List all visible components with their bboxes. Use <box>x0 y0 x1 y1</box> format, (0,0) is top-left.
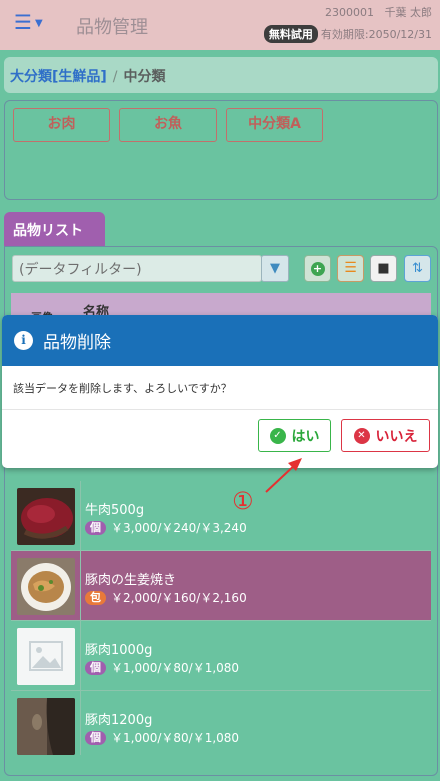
category-button-a[interactable]: 中分類A <box>226 108 323 142</box>
table-row[interactable]: 豚肉1200g 個 ￥1,000/￥80/￥1,080 <box>11 691 431 755</box>
product-image <box>17 488 75 545</box>
chevron-down-icon: ▼ <box>34 17 43 29</box>
filter-icon: ▼ <box>270 261 280 276</box>
no-button-label: いいえ <box>375 428 418 445</box>
hamburger-icon: ☰ <box>14 10 32 34</box>
trial-badge: 無料試用 <box>263 25 318 43</box>
product-price-row: 個 ￥1,000/￥80/￥1,080 <box>85 729 239 746</box>
menu-button[interactable]: ☰ ▼ <box>14 10 43 36</box>
product-price: ￥1,000/￥80/￥1,080 <box>111 661 240 675</box>
product-price: ￥3,000/￥240/￥3,240 <box>111 521 247 535</box>
unit-badge: 個 <box>85 660 106 675</box>
table-row[interactable]: 豚肉1000g 個 ￥1,000/￥80/￥1,080 <box>11 621 431 691</box>
filter-button[interactable]: ▼ <box>261 255 289 282</box>
page-title: 品物管理 <box>76 17 148 38</box>
sort-icon: ⇅ <box>412 261 423 276</box>
product-name: 豚肉1200g <box>85 713 153 728</box>
product-price: ￥2,000/￥160/￥2,160 <box>111 591 247 605</box>
product-name: 豚肉1000g <box>85 643 153 658</box>
product-image <box>17 558 75 615</box>
table-header: 画像 名称 <box>11 293 431 324</box>
plus-circle-icon: + <box>310 262 325 276</box>
dialog-message: 該当データを削除します、よろしいですか？ <box>2 366 438 410</box>
yes-button-label: はい <box>291 428 320 445</box>
unit-badge: 個 <box>85 730 106 745</box>
breadcrumb-current: 中分類 <box>123 69 166 85</box>
dialog-footer: ✓ はい ✕ いいえ <box>2 410 438 468</box>
trial-info: 無料試用 有効期限:2050/12/31 <box>263 25 432 43</box>
expiry-date: 有効期限:2050/12/31 <box>320 28 432 41</box>
category-button-meat[interactable]: お肉 <box>13 108 110 142</box>
dialog-header: i 品物削除 <box>2 315 438 366</box>
product-name: 牛肉500g <box>85 503 145 518</box>
annotation-number: ① <box>232 487 254 515</box>
user-info: 2300001 千葉 太郎 <box>325 4 432 20</box>
unit-badge: 包 <box>85 590 106 605</box>
info-icon: i <box>14 331 33 350</box>
trash-icon: ■ <box>377 261 390 276</box>
dialog-title: 品物削除 <box>43 333 111 353</box>
close-circle-icon: ✕ <box>353 427 370 444</box>
user-name: 千葉 太郎 <box>384 6 433 19</box>
unit-badge: 個 <box>85 520 106 535</box>
delete-button[interactable]: ■ <box>370 255 397 282</box>
tab-item-list[interactable]: 品物リスト <box>4 212 105 246</box>
product-price: ￥1,000/￥80/￥1,080 <box>111 731 240 745</box>
product-name: 豚肉の生姜焼き <box>85 573 177 588</box>
delete-confirm-dialog: i 品物削除 該当データを削除します、よろしいですか？ ✓ はい ✕ いいえ <box>2 315 438 468</box>
add-button[interactable]: + <box>304 255 331 282</box>
database-button[interactable]: ☰ <box>337 255 364 282</box>
image-placeholder-icon <box>17 628 75 685</box>
sort-button[interactable]: ⇅ <box>404 255 431 282</box>
breadcrumb-parent-link[interactable]: 大分類[生鮮品] <box>10 69 107 85</box>
category-panel: お肉 お魚 中分類A <box>4 100 438 200</box>
category-button-fish[interactable]: お魚 <box>119 108 217 142</box>
breadcrumb: 大分類[生鮮品] / 中分類 <box>4 57 438 93</box>
no-button[interactable]: ✕ いいえ <box>341 419 430 452</box>
app-header: ☰ ▼ 品物管理 2300001 千葉 太郎 無料試用 有効期限:2050/12/… <box>0 0 440 50</box>
product-price-row: 個 ￥1,000/￥80/￥1,080 <box>85 659 239 676</box>
user-id: 2300001 <box>325 6 374 19</box>
annotation-arrow <box>265 458 302 493</box>
yes-button[interactable]: ✓ はい <box>258 419 331 452</box>
table-row[interactable]: 牛肉500g 個 ￥3,000/￥240/￥3,240 <box>11 481 431 551</box>
database-icon: ☰ <box>344 260 357 276</box>
breadcrumb-separator: / <box>112 69 118 85</box>
check-circle-icon: ✓ <box>269 427 286 444</box>
product-price-row: 包 ￥2,000/￥160/￥2,160 <box>85 589 247 606</box>
table-row-selected[interactable]: 豚肉の生姜焼き 包 ￥2,000/￥160/￥2,160 <box>11 551 431 621</box>
product-image <box>17 698 75 755</box>
data-filter-input[interactable]: (データフィルター) <box>12 255 262 282</box>
product-price-row: 個 ￥3,000/￥240/￥3,240 <box>85 519 247 536</box>
